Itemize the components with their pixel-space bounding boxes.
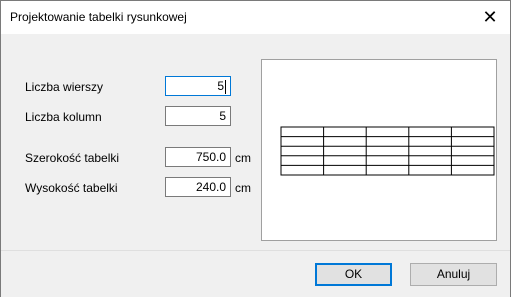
title-bar: Projektowanie tabelki rysunkowej ✕ xyxy=(1,1,510,34)
height-label: Wysokość tabelki xyxy=(25,181,118,195)
cols-label: Liczba kolumn xyxy=(25,110,102,124)
dialog-window: Projektowanie tabelki rysunkowej ✕ Liczb… xyxy=(0,0,511,297)
table-preview xyxy=(261,59,497,241)
width-label: Szerokość tabelki xyxy=(25,151,120,165)
rows-label: Liczba wierszy xyxy=(25,80,104,94)
cols-input[interactable]: 5 xyxy=(165,106,231,126)
close-icon[interactable]: ✕ xyxy=(470,1,510,34)
text-caret xyxy=(225,79,226,94)
height-unit: cm xyxy=(235,181,251,195)
cancel-button[interactable]: Anuluj xyxy=(410,263,497,286)
width-input[interactable]: 750.0 xyxy=(165,147,231,167)
rows-value: 5 xyxy=(217,79,224,93)
preview-table-border xyxy=(280,126,495,176)
dialog-title: Projektowanie tabelki rysunkowej xyxy=(10,10,187,24)
table-preview-drawing xyxy=(280,126,495,176)
rows-input[interactable]: 5 xyxy=(165,76,231,96)
width-unit: cm xyxy=(235,151,251,165)
height-input[interactable]: 240.0 xyxy=(165,177,231,197)
button-bar: OK Anuluj xyxy=(1,250,510,297)
ok-button[interactable]: OK xyxy=(315,263,392,286)
